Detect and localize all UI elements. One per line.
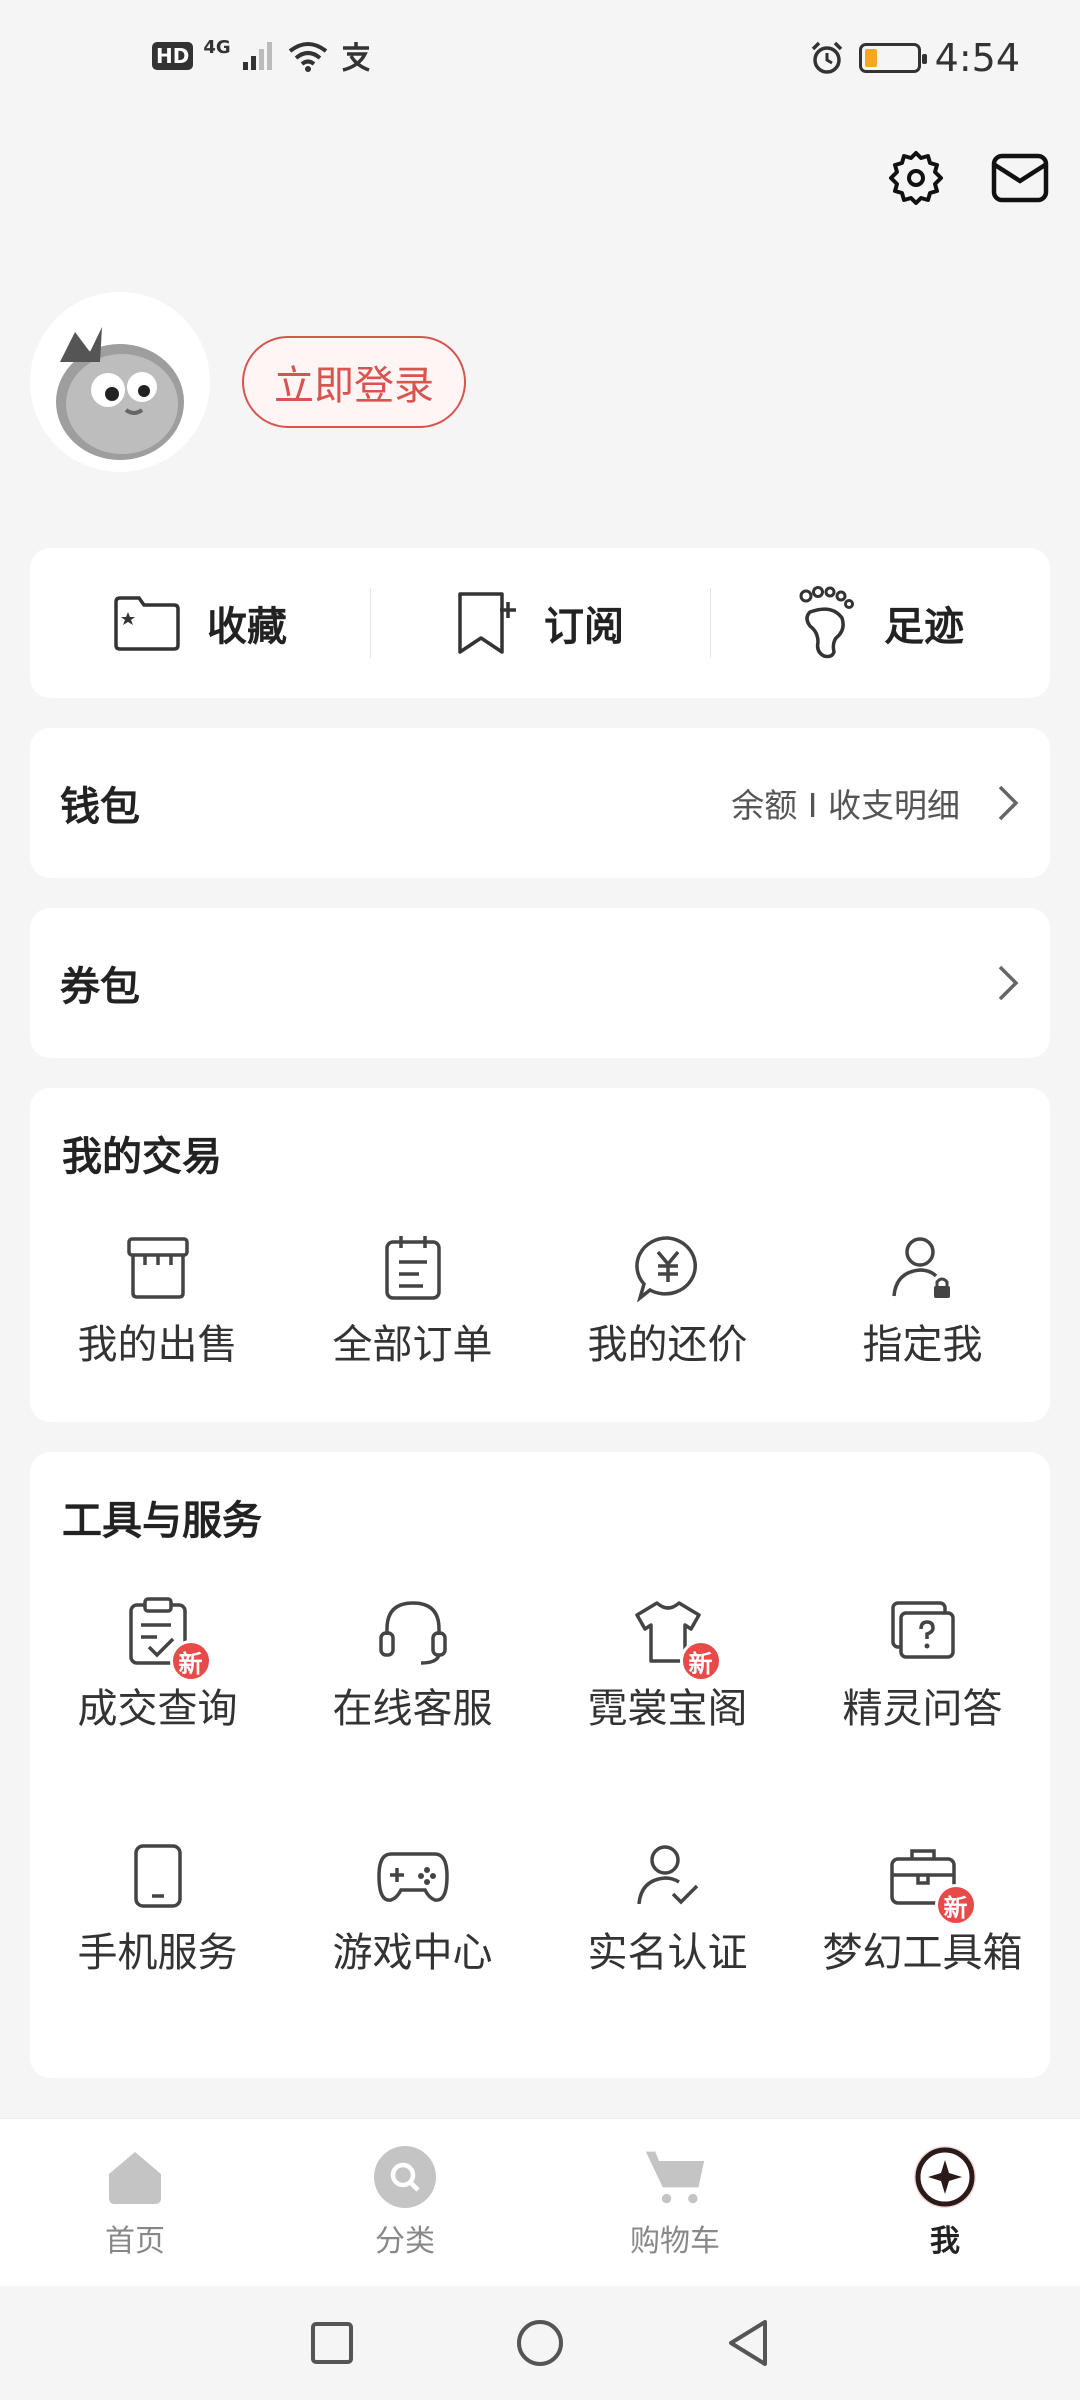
chevron-right-icon: [998, 785, 1019, 821]
alarm-icon: [811, 41, 842, 74]
home-icon: [109, 2151, 161, 2204]
footprints-label: 足迹: [884, 604, 964, 650]
bottom-tab-bar: 首页 分类 购物车 我: [0, 2118, 1080, 2286]
wardrobe-item[interactable]: 新 霓裳宝阁: [540, 1592, 795, 1732]
top-actions: [886, 148, 1050, 208]
phone-service-item[interactable]: 手机服务: [30, 1836, 285, 1976]
subscriptions-label: 订阅: [544, 604, 624, 650]
tab-me[interactable]: 我: [810, 2119, 1080, 2286]
clock: 4:54: [934, 36, 1020, 80]
profile-header: 立即登录: [30, 292, 466, 472]
tab-cart-label: 购物车: [630, 2223, 720, 2259]
customer-service-item[interactable]: 在线客服: [285, 1592, 540, 1732]
favorites-link[interactable]: 收藏: [30, 548, 370, 698]
gear-icon: [889, 151, 943, 205]
phone-service-label: 手机服务: [77, 1930, 238, 1976]
settings-button[interactable]: [886, 148, 946, 208]
new-badge: 新: [934, 1884, 977, 1926]
trade-grid: 我的出售 全部订单 我的还价 指定我: [30, 1228, 1050, 1368]
bookmark-plus-icon: [458, 592, 516, 654]
all-orders-item[interactable]: 全部订单: [285, 1228, 540, 1368]
battery-icon: [858, 43, 927, 73]
my-sales-item[interactable]: 我的出售: [30, 1228, 285, 1368]
headset-icon: [378, 1601, 447, 1665]
status-right: 4:54: [809, 36, 1020, 80]
my-sales-label: 我的出售: [77, 1322, 238, 1368]
wallet-row[interactable]: 钱包 余额 I 收支明细: [30, 728, 1050, 878]
tab-home-label: 首页: [105, 2223, 165, 2259]
wallet-title: 钱包: [60, 784, 140, 830]
footprint-icon: [799, 586, 854, 659]
tools-grid-row2: 手机服务 游戏中心 实名认证 新 梦幻工具箱: [30, 1836, 1050, 1976]
user-lock-icon: [891, 1237, 950, 1298]
toolbox-item[interactable]: 新 梦幻工具箱: [795, 1836, 1050, 1976]
user-verify-icon: [636, 1845, 698, 1905]
tools-card: 工具与服务 新 成交查询 在线客服 新 霓裳宝阁 精灵问答 手机服务 游戏中心 …: [30, 1452, 1050, 2078]
game-center-label: 游戏中心: [332, 1930, 493, 1976]
all-orders-label: 全部订单: [332, 1322, 493, 1368]
status-left: HD 4G: [152, 36, 373, 72]
messages-button[interactable]: [990, 148, 1050, 208]
cart-icon: [645, 2151, 705, 2203]
mail-icon: [991, 153, 1049, 203]
new-badge: 新: [679, 1640, 722, 1682]
login-button[interactable]: 立即登录: [242, 336, 466, 428]
new-badge: 新: [169, 1640, 212, 1682]
footprints-link[interactable]: 足迹: [710, 548, 1050, 698]
wifi-icon: [288, 42, 327, 72]
assigned-to-me-label: 指定我: [862, 1322, 983, 1368]
coupons-title: 券包: [60, 964, 140, 1010]
qa-item[interactable]: 精灵问答: [795, 1592, 1050, 1732]
hd-badge: HD: [152, 42, 194, 70]
signal-icon: [242, 42, 272, 70]
avatar[interactable]: [30, 292, 210, 472]
tab-category-label: 分类: [375, 2223, 435, 2259]
search-icon: [390, 2162, 420, 2192]
deal-query-item[interactable]: 新 成交查询: [30, 1592, 285, 1732]
tab-home[interactable]: 首页: [0, 2119, 270, 2286]
wallet-subtitle: 余额 I 收支明细: [731, 786, 960, 825]
trade-section-title: 我的交易: [62, 1134, 222, 1180]
tools-section-title: 工具与服务: [62, 1498, 262, 1544]
recent-apps-icon[interactable]: [309, 2320, 355, 2366]
customer-service-label: 在线客服: [332, 1686, 493, 1732]
toolbox-label: 梦幻工具箱: [822, 1930, 1023, 1976]
store-icon: [126, 1237, 189, 1299]
qa-label: 精灵问答: [842, 1686, 1003, 1732]
alipay-icon: [342, 42, 370, 72]
home-nav-icon[interactable]: [515, 2318, 565, 2368]
quick-links-card: 收藏 订阅 足迹: [30, 548, 1050, 698]
assigned-to-me-item[interactable]: 指定我: [795, 1228, 1050, 1368]
phone-icon: [133, 1844, 182, 1908]
order-list-icon: [384, 1236, 441, 1300]
tab-category[interactable]: 分类: [270, 2119, 540, 2286]
verification-item[interactable]: 实名认证: [540, 1836, 795, 1976]
game-center-item[interactable]: 游戏中心: [285, 1836, 540, 1976]
profile-compass-icon: [915, 2147, 975, 2206]
yuan-bubble-icon: [634, 1236, 697, 1302]
subscriptions-link[interactable]: 订阅: [370, 548, 710, 698]
tab-me-label: 我: [930, 2223, 960, 2259]
favorites-label: 收藏: [207, 604, 287, 650]
tab-cart[interactable]: 购物车: [540, 2119, 810, 2286]
wardrobe-label: 霓裳宝阁: [587, 1686, 748, 1732]
verification-label: 实名认证: [587, 1930, 748, 1976]
trade-card: 我的交易 我的出售 全部订单 我的还价 指定我: [30, 1088, 1050, 1422]
status-bar: HD 4G 4:54: [0, 0, 1080, 118]
chevron-right-icon: [998, 965, 1019, 1001]
default-avatar-icon: [56, 327, 184, 460]
system-nav-bar: [0, 2286, 1080, 2400]
my-counteroffers-label: 我的还价: [587, 1322, 748, 1368]
gamepad-icon: [376, 1852, 449, 1902]
coupons-row[interactable]: 券包: [30, 908, 1050, 1058]
back-icon[interactable]: [725, 2318, 771, 2368]
tools-grid-row1: 新 成交查询 在线客服 新 霓裳宝阁 精灵问答: [30, 1592, 1050, 1732]
network-type: 4G: [203, 36, 231, 58]
question-chat-icon: [890, 1601, 955, 1659]
folder-star-icon: [114, 596, 180, 651]
deal-query-label: 成交查询: [77, 1686, 238, 1732]
my-counteroffers-item[interactable]: 我的还价: [540, 1228, 795, 1368]
